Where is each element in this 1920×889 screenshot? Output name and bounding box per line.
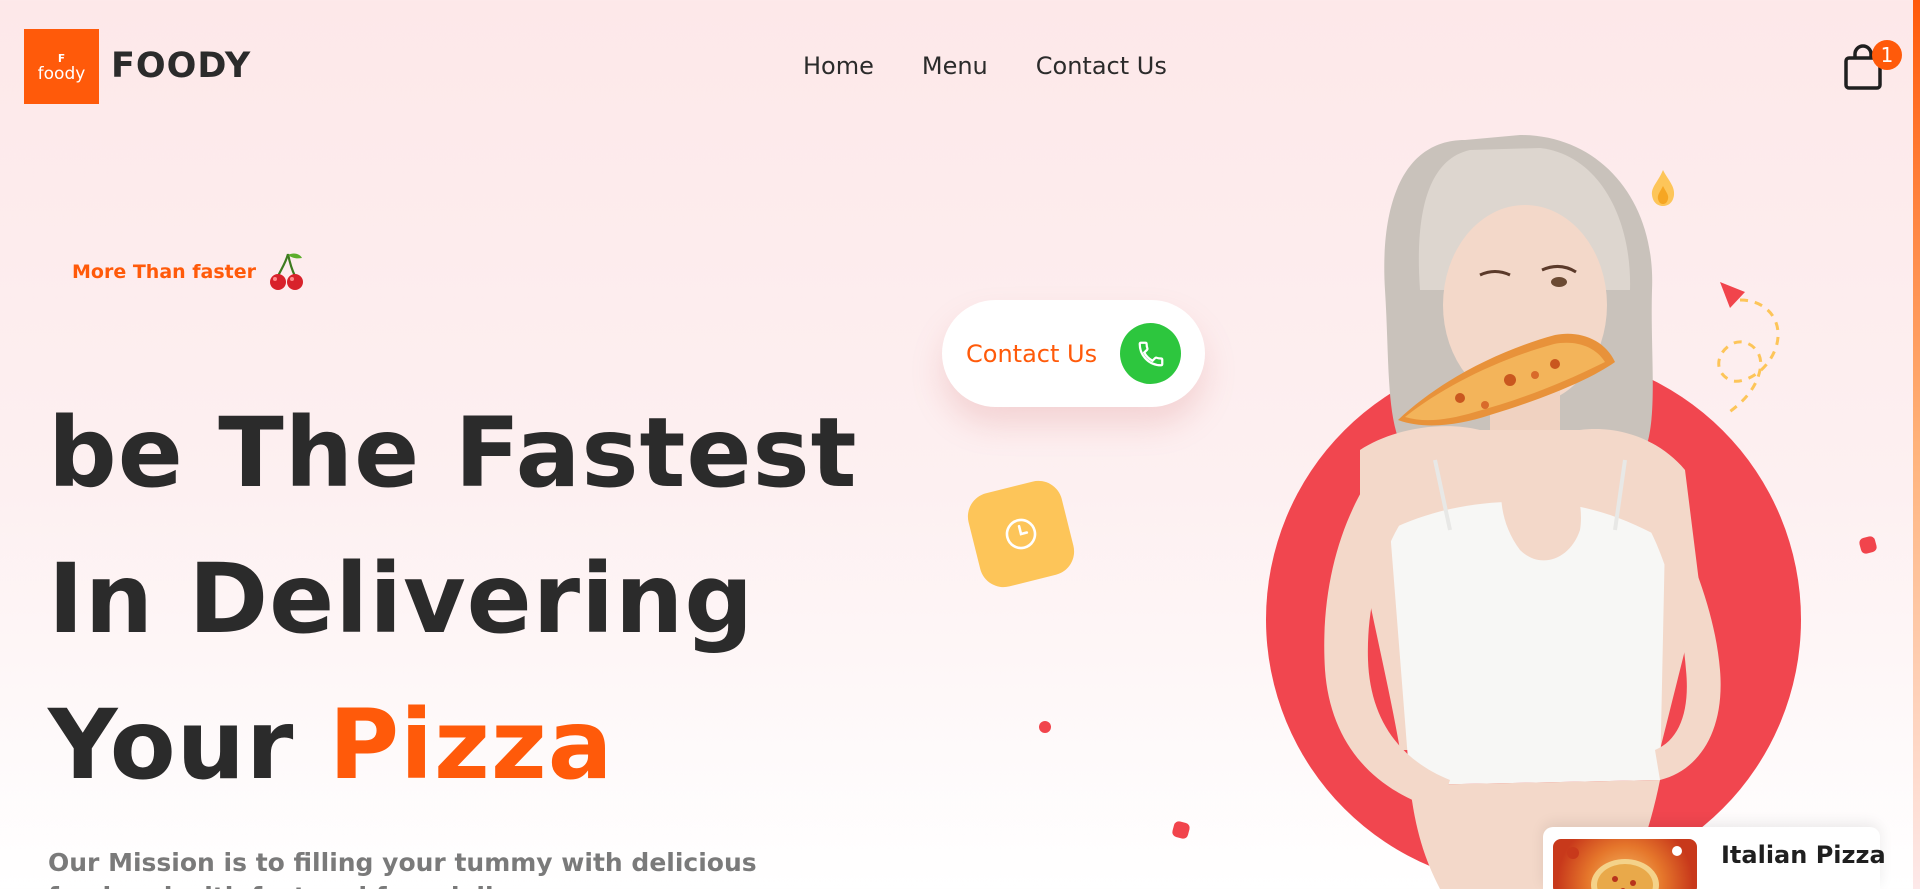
product-thumbnail	[1553, 839, 1697, 889]
cherry-icon	[270, 253, 304, 290]
pizza-eater-image	[1324, 135, 1721, 889]
decor-dot	[1039, 721, 1051, 733]
site-header: ꜰ foody FOODY Home Menu Contact Us 1	[0, 0, 1913, 130]
tagline-text: More Than faster	[72, 261, 257, 283]
decor-dot	[1858, 535, 1878, 555]
product-name: Italian Pizza	[1721, 841, 1886, 869]
contact-us-label: Contact Us	[966, 339, 1098, 368]
clock-icon	[962, 475, 1080, 593]
brand-name[interactable]: FOODY	[111, 46, 251, 86]
logo[interactable]: ꜰ foody	[24, 29, 99, 104]
hero-title-prefix: Your	[48, 689, 295, 801]
mission-text: Our Mission is to filling your tummy wit…	[48, 848, 757, 889]
hero-title-line-1: be The Fastest	[48, 397, 858, 509]
hero-tagline: More Than faster	[72, 252, 306, 292]
scroll-accent-bar	[1913, 0, 1920, 889]
nav-item-menu[interactable]: Menu	[922, 52, 988, 80]
contact-us-button[interactable]: Contact Us	[942, 300, 1205, 407]
logo-word: foody	[37, 63, 86, 84]
cart-count-badge: 1	[1872, 40, 1902, 70]
dashed-path-decor	[1717, 282, 1780, 417]
main-nav: Home Menu Contact Us	[803, 52, 1167, 80]
phone-icon[interactable]	[1120, 323, 1181, 384]
flame-icon	[1651, 170, 1675, 206]
decor-dot	[1171, 820, 1191, 840]
hero-title-accent: Pizza	[328, 689, 614, 801]
hero-title-line-2: In Delivering	[48, 543, 755, 655]
nav-item-home[interactable]: Home	[803, 52, 874, 80]
hero-heading: be The Fastest In Delivering Your Pizza	[48, 380, 858, 818]
hero-title-line-3: Your Pizza	[48, 672, 858, 818]
product-card[interactable]: Italian Pizza	[1543, 827, 1886, 889]
nav-item-contact-us[interactable]: Contact Us	[1036, 52, 1167, 80]
logo-mark: ꜰ	[57, 49, 66, 66]
hero-illustration	[1220, 130, 1840, 889]
